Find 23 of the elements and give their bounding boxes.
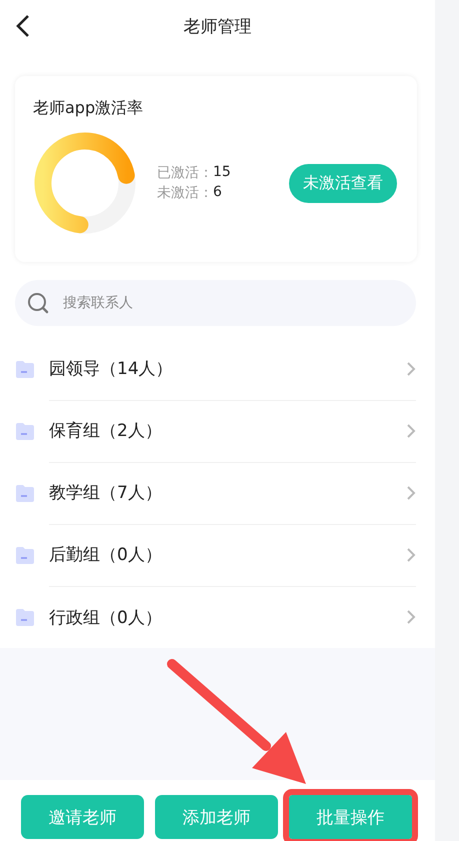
stat-value: 15: [213, 164, 231, 182]
stat-label: 已激活：: [157, 164, 213, 182]
folder-icon: [15, 359, 35, 379]
group-item[interactable]: 保育组（2人）: [49, 419, 406, 442]
search-field[interactable]: 搜索联系人: [15, 280, 416, 326]
back-icon[interactable]: [14, 14, 32, 38]
folder-icon: [15, 607, 35, 627]
folder-icon: [15, 421, 35, 441]
page-title: 老师管理: [184, 16, 252, 38]
chevron-icon: [406, 609, 416, 625]
chevron-icon: [406, 422, 416, 438]
chevron-icon: [406, 360, 416, 376]
folder-icon: [15, 483, 35, 503]
stat-value: 6: [213, 184, 222, 202]
card-title: 老师app激活率: [33, 98, 144, 119]
chevron-icon: [406, 484, 416, 500]
group-item[interactable]: 园领导（14人）: [49, 357, 406, 380]
group-item[interactable]: 教学组（7人）: [49, 481, 406, 504]
stat-label: 未激活：: [157, 184, 213, 202]
group-item[interactable]: 后勤组（0人）: [49, 543, 406, 566]
chevron-icon: [406, 546, 416, 562]
group-item[interactable]: 行政组（0人）: [49, 606, 406, 628]
folder-icon: [15, 545, 35, 565]
